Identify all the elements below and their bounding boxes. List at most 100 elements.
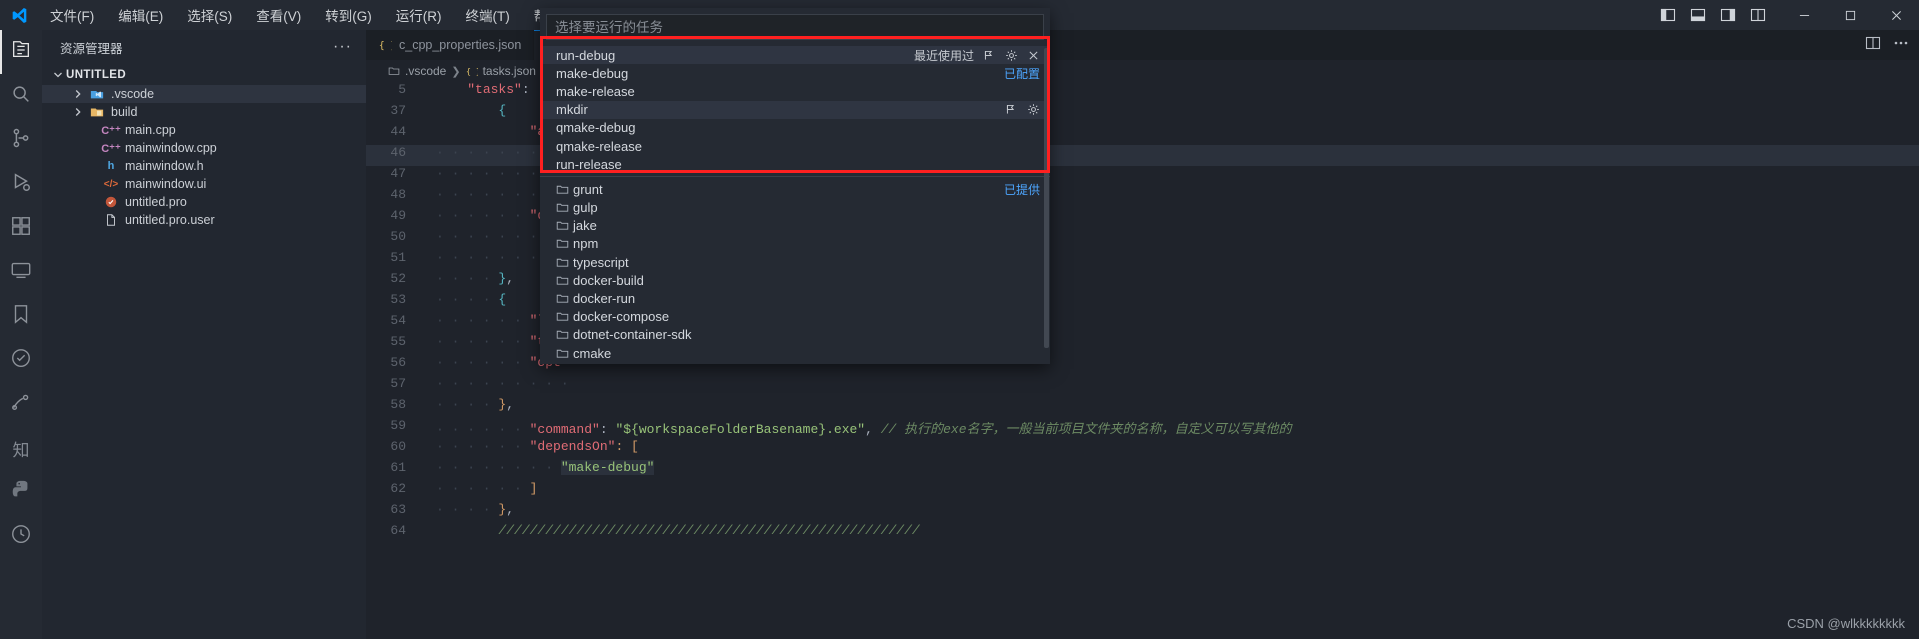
minimize-button[interactable] [1781,0,1827,30]
layout-controls [1655,2,1781,28]
activitybar-item-explorer[interactable] [0,30,42,74]
activitybar-item-testing[interactable] [0,338,42,382]
menu-terminal[interactable]: 终端(T) [454,1,522,29]
task-item-run-release[interactable]: run-release [540,155,1050,173]
explorer-item-main-cpp[interactable]: C⁺⁺ main.cpp [42,121,366,139]
plain-file-icon [102,213,120,227]
line-number: 37 [390,103,406,118]
folder-icon [556,219,573,232]
task-item-typescript[interactable]: typescript [540,253,1050,271]
chevron-down-icon [50,67,66,83]
editor-tab-actions [1865,30,1909,60]
task-item-docker-compose[interactable]: docker-compose [540,308,1050,326]
maximize-button[interactable] [1827,0,1873,30]
toggle-primary-sidebar-icon[interactable] [1655,2,1681,28]
task-quick-pick[interactable]: run-debug 最近使用过 make-debug [540,8,1050,364]
svg-text:{ }: { } [466,66,478,76]
activitybar-item-extensions[interactable] [0,206,42,250]
task-item-qmake-debug[interactable]: qmake-debug [540,119,1050,137]
task-item-grunt[interactable]: grunt 已提供 [540,180,1050,198]
gear-icon[interactable] [1005,49,1018,62]
explorer-item-mainwindow-ui[interactable]: </> mainwindow.ui [42,175,366,193]
chevron-right-icon[interactable] [70,86,86,102]
activitybar-item-clock[interactable] [0,514,42,558]
task-item-make-debug[interactable]: make-debug 已配置 [540,64,1050,82]
breadcrumb-item-vscode[interactable]: .vscode [405,64,446,78]
split-editor-icon[interactable] [1865,35,1881,56]
activitybar-item-knowledge[interactable]: 知 [0,426,42,470]
more-actions-icon[interactable] [1893,35,1909,56]
task-label: mkdir [556,102,588,118]
code-line: 57 · · · · · · · · · [366,376,1919,397]
cpp-file-icon: C⁺⁺ [101,124,121,137]
task-label: docker-run [573,291,636,307]
explorer-item-label: untitled.pro.user [125,213,215,227]
activitybar-item-cpp-tools[interactable] [0,382,42,426]
task-item-npm[interactable]: npm [540,235,1050,253]
json-file-icon: { } [378,38,392,52]
line-number: 51 [390,250,406,265]
explorer-root-folder[interactable]: UNTITLED [42,64,366,85]
explorer-item-vscode[interactable]: .vscode [42,85,366,103]
close-icon[interactable] [1027,49,1040,62]
menu-run[interactable]: 运行(R) [384,1,454,29]
task-item-make-release[interactable]: make-release [540,82,1050,100]
activitybar-item-source-control[interactable] [0,118,42,162]
task-item-docker-build[interactable]: docker-build [540,271,1050,289]
pin-icon[interactable] [983,49,996,62]
task-item-run-debug[interactable]: run-debug 最近使用过 [540,46,1050,65]
task-item-gulp[interactable]: gulp [540,199,1050,217]
task-list[interactable]: run-debug 最近使用过 make-debug 已配置 make-rele… [540,46,1050,364]
task-item-cmake[interactable]: cmake [540,344,1050,362]
gear-icon[interactable] [1027,103,1040,116]
task-item-dotnet-container-sdk[interactable]: dotnet-container-sdk [540,326,1050,344]
line-number: 61 [390,460,406,475]
close-button[interactable] [1873,0,1919,30]
menu-file[interactable]: 文件(F) [38,1,106,29]
code-line: 62 · · · · · · ] [366,481,1919,502]
customize-layout-icon[interactable] [1745,2,1771,28]
tab-label: c_cpp_properties.json [399,38,522,52]
activitybar-item-python[interactable] [0,470,42,514]
activity-bar: 知 [0,30,42,639]
menu-go[interactable]: 转到(G) [313,1,384,29]
task-search-input[interactable] [546,14,1044,40]
task-label: npm [573,236,599,252]
activitybar-item-run-and-debug[interactable] [0,162,42,206]
explorer-item-build[interactable]: build [42,103,366,121]
tab-c-cpp-properties-json[interactable]: { } c_cpp_properties.json [366,30,535,60]
pin-icon[interactable] [1005,103,1018,116]
remote-explorer-icon [10,259,32,286]
task-list-scrollbar[interactable] [1044,48,1049,348]
code-key: "command" [529,422,600,437]
toggle-secondary-sidebar-icon[interactable] [1715,2,1741,28]
menu-select[interactable]: 选择(S) [175,1,244,29]
task-item-mkdir[interactable]: mkdir [540,100,1050,119]
explorer-item-label: mainwindow.cpp [125,141,217,155]
explorer-item-mainwindow-h[interactable]: h mainwindow.h [42,157,366,175]
toggle-panel-icon[interactable] [1685,2,1711,28]
explorer-item-untitled-pro-user[interactable]: untitled.pro.user [42,211,366,229]
task-item-qmake-release[interactable]: qmake-release [540,137,1050,155]
explorer-item-mainwindow-cpp[interactable]: C⁺⁺ mainwindow.cpp [42,139,366,157]
task-item-cppbuild[interactable]: cppbuild [540,362,1050,365]
explorer-item-untitled-pro[interactable]: untitled.pro [42,193,366,211]
folder-icon [556,347,573,360]
task-label: make-release [556,83,635,99]
zhi-icon: 知 [12,440,30,461]
activitybar-item-remote-explorer[interactable] [0,250,42,294]
files-icon [10,39,32,66]
chevron-right-icon[interactable] [70,104,86,120]
menu-view[interactable]: 查看(V) [244,1,313,29]
code-colon: : [599,422,616,437]
activitybar-item-search[interactable] [0,74,42,118]
breadcrumb-item-tasks-json[interactable]: tasks.json [483,64,536,78]
task-item-docker-run[interactable]: docker-run [540,289,1050,307]
task-item-jake[interactable]: jake [540,217,1050,235]
menu-edit[interactable]: 编辑(E) [106,1,175,29]
code-comma: , [865,422,881,437]
activitybar-item-bookmarks[interactable] [0,294,42,338]
menu-bar[interactable]: 文件(F) 编辑(E) 选择(S) 查看(V) 转到(G) 运行(R) 终端(T… [38,1,592,29]
line-number: 55 [390,334,406,349]
sidebar-more-actions-icon[interactable]: ··· [333,39,352,55]
